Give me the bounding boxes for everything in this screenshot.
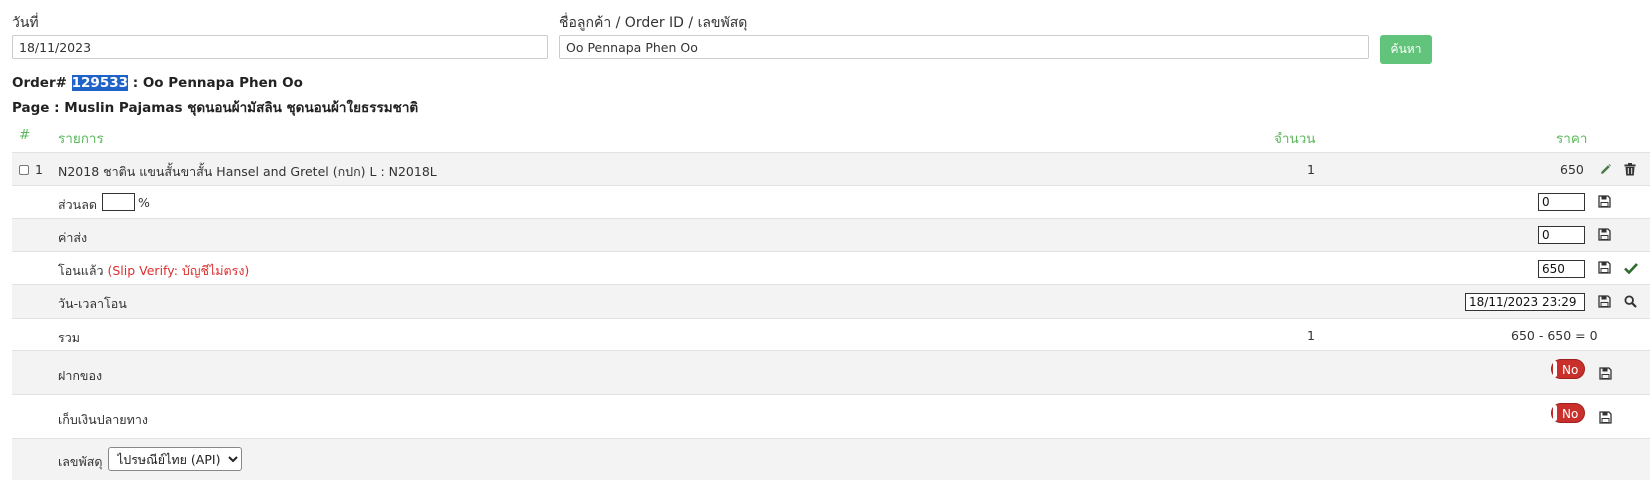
transferred-input[interactable] <box>1538 260 1585 278</box>
date-input[interactable] <box>12 35 548 59</box>
deposit-label: ฝากของ <box>58 368 103 383</box>
search-bar: วันที่ ชื่อลูกค้า / Order ID / เลขพัสดุ … <box>0 0 1650 70</box>
slip-verify-note: (Slip Verify: บัญชีไม่ตรง) <box>107 263 250 278</box>
transferred-row: โอนแล้ว (Slip Verify: บัญชีไม่ตรง) <box>12 251 1650 284</box>
discount-row: ส่วนลด % <box>12 185 1650 218</box>
discount-label: ส่วนลด <box>58 197 97 212</box>
item-index: 1 <box>35 162 43 177</box>
transferred-text: โอนแล้ว <box>58 263 104 278</box>
order-id: 129533 <box>71 75 129 91</box>
order-customer: : Oo Pennapa Phen Oo <box>132 75 303 91</box>
total-label: รวม <box>58 330 80 345</box>
save-icon[interactable] <box>1598 195 1611 208</box>
save-icon[interactable] <box>1599 367 1612 380</box>
save-icon[interactable] <box>1599 411 1612 424</box>
save-icon[interactable] <box>1598 261 1611 274</box>
transferred-label: โอนแล้ว (Slip Verify: บัญชีไม่ตรง) <box>58 261 249 281</box>
total-formula: 650 - 650 = 0 <box>1511 328 1598 343</box>
shipping-row: ค่าส่ง <box>12 218 1650 251</box>
discount-percent-input[interactable] <box>102 193 135 211</box>
table-row: 1 N2018 ชาติน แขนสั้นขาสั้น Hansel and G… <box>12 152 1650 185</box>
table-header: # รายการ จำนวน ราคา <box>12 122 1650 152</box>
col-num: # <box>19 127 31 143</box>
customer-search-input[interactable] <box>559 35 1369 59</box>
carrier-select[interactable]: ไปรษณีย์ไทย (API) <box>108 447 242 471</box>
col-price: ราคา <box>1556 131 1588 147</box>
check-icon[interactable] <box>1624 262 1638 274</box>
deposit-toggle[interactable]: No <box>1551 359 1585 379</box>
shipping-label: ค่าส่ง <box>58 230 88 245</box>
save-icon[interactable] <box>1598 228 1611 241</box>
col-item: รายการ <box>58 131 104 147</box>
edit-icon[interactable] <box>1599 163 1612 176</box>
item-checkbox[interactable] <box>19 165 29 175</box>
transfer-time-label: วัน-เวลาโอน <box>58 296 127 311</box>
deposit-row: ฝากของ No <box>12 350 1650 394</box>
trash-icon[interactable] <box>1624 163 1636 176</box>
transfer-time-row: วัน-เวลาโอน <box>12 284 1650 318</box>
item-qty: 1 <box>1307 162 1315 177</box>
total-row: รวม 1 650 - 650 = 0 <box>12 318 1650 350</box>
transfer-time-input[interactable] <box>1465 293 1585 311</box>
col-qty: จำนวน <box>1274 131 1316 147</box>
order-heading: Order# 129533 : Oo Pennapa Phen Oo <box>12 75 303 91</box>
order-prefix: Order# <box>12 75 67 91</box>
cod-row: เก็บเงินปลายทาง No <box>12 394 1650 438</box>
discount-input[interactable] <box>1538 193 1585 211</box>
customer-label: ชื่อลูกค้า / Order ID / เลขพัสดุ <box>559 15 748 31</box>
tracking-label: เลขพัสดุ <box>58 454 103 469</box>
percent-symbol: % <box>138 195 150 210</box>
order-page: Page : Muslin Pajamas ชุดนอนผ้ามัสลิน ชุ… <box>12 100 419 116</box>
cod-label: เก็บเงินปลายทาง <box>58 412 148 427</box>
search-icon[interactable] <box>1624 295 1637 308</box>
cod-toggle[interactable]: No <box>1551 403 1585 423</box>
item-name: N2018 ชาติน แขนสั้นขาสั้น Hansel and Gre… <box>58 164 437 179</box>
total-qty: 1 <box>1307 328 1315 343</box>
search-button[interactable]: ค้นหา <box>1380 35 1432 64</box>
save-icon[interactable] <box>1598 295 1611 308</box>
date-label: วันที่ <box>12 15 39 31</box>
tracking-row: เลขพัสดุ ไปรษณีย์ไทย (API) <box>12 438 1650 480</box>
item-price: 650 <box>1560 162 1584 177</box>
shipping-input[interactable] <box>1538 226 1585 244</box>
